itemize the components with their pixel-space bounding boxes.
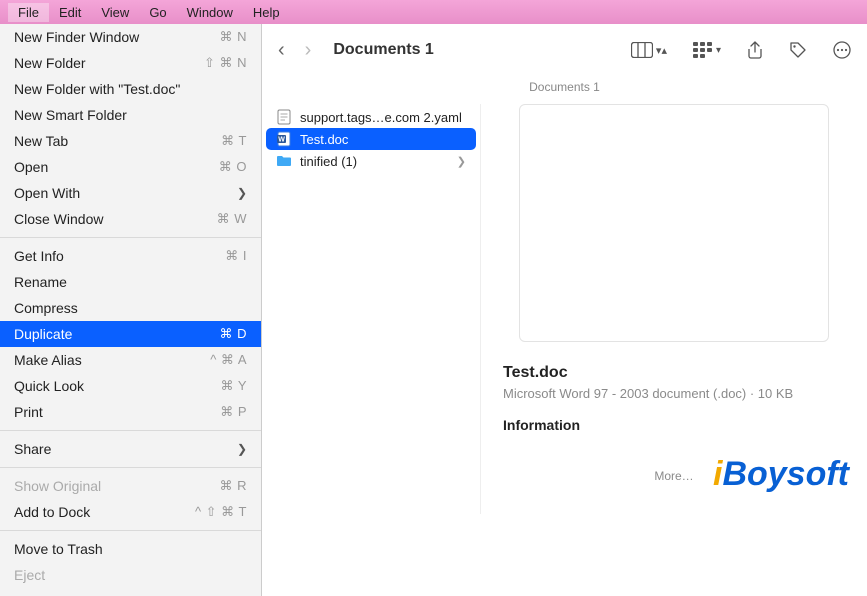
menubar-item-edit[interactable]: Edit — [49, 3, 91, 22]
menu-separator — [0, 237, 261, 238]
menu-item-print[interactable]: Print⌘ P — [0, 399, 261, 425]
forward-button[interactable]: › — [305, 39, 312, 62]
file-item[interactable]: W Test.doc — [266, 128, 476, 150]
shortcut-label: ⌘ R — [220, 478, 248, 494]
menubar: File Edit View Go Window Help — [0, 0, 867, 24]
chevron-right-icon: ❯ — [457, 155, 466, 168]
file-name-label: support.tags…e.com 2.yaml — [300, 110, 462, 125]
menu-item-make-alias[interactable]: Make Alias^ ⌘ A — [0, 347, 261, 373]
shortcut-label: ^ ⌘ A — [210, 352, 247, 368]
menu-separator — [0, 430, 261, 431]
finder-window: ‹ › Documents 1 ▾▴ ▾ Documents 1 — [262, 24, 867, 514]
menubar-item-window[interactable]: Window — [177, 3, 243, 22]
preview-section-heading: Information — [503, 417, 845, 433]
folder-icon — [276, 153, 292, 169]
file-list: support.tags…e.com 2.yaml W Test.doc tinifi… — [262, 104, 480, 514]
menu-item-eject: Eject — [0, 562, 261, 588]
menu-separator — [0, 467, 261, 468]
menu-item-new-finder-window[interactable]: New Finder Window⌘ N — [0, 24, 261, 50]
preview-thumbnail — [519, 104, 829, 342]
file-item[interactable]: tinified (1) ❯ — [266, 150, 476, 172]
menu-item-duplicate[interactable]: Duplicate⌘ D — [0, 321, 261, 347]
shortcut-label: ⇧ ⌘ N — [204, 55, 247, 71]
menu-item-show-original: Show Original⌘ R — [0, 473, 261, 499]
more-button[interactable] — [833, 41, 851, 59]
shortcut-label: ⌘ W — [217, 211, 247, 227]
menu-item-new-tab[interactable]: New Tab⌘ T — [0, 128, 261, 154]
shortcut-label: ⌘ Y — [220, 378, 247, 394]
shortcut-label: ⌘ T — [221, 133, 247, 149]
shortcut-label: ⌘ N — [220, 29, 248, 45]
chevron-right-icon: ❯ — [237, 442, 247, 456]
shortcut-label: ⌘ D — [220, 326, 248, 342]
preview-pane: Test.doc Microsoft Word 97 - 2003 docume… — [480, 104, 867, 514]
shortcut-label: ⌘ I — [225, 248, 247, 264]
shortcut-label: ^ ⇧ ⌘ T — [195, 504, 247, 520]
menu-separator — [0, 530, 261, 531]
menubar-item-go[interactable]: Go — [139, 3, 176, 22]
view-mode-button[interactable]: ▾▴ — [631, 42, 667, 58]
svg-text:W: W — [278, 137, 285, 144]
path-bar: Documents 1 — [262, 76, 867, 104]
menu-item-new-smart-folder[interactable]: New Smart Folder — [0, 102, 261, 128]
file-name-label: tinified (1) — [300, 154, 357, 169]
shortcut-label: ⌘ O — [219, 159, 247, 175]
menu-item-open[interactable]: Open⌘ O — [0, 154, 261, 180]
preview-filename: Test.doc — [503, 364, 845, 382]
share-button[interactable] — [747, 41, 763, 59]
watermark-logo: iBoysoft — [713, 455, 849, 494]
toolbar: ‹ › Documents 1 ▾▴ ▾ — [262, 24, 867, 76]
menu-item-open-with[interactable]: Open With❯ — [0, 180, 261, 206]
tags-button[interactable] — [789, 41, 807, 59]
menu-item-add-to-dock[interactable]: Add to Dock^ ⇧ ⌘ T — [0, 499, 261, 525]
menu-item-compress[interactable]: Compress — [0, 295, 261, 321]
menu-item-new-folder[interactable]: New Folder⇧ ⌘ N — [0, 50, 261, 76]
menu-item-rename[interactable]: Rename — [0, 269, 261, 295]
back-button[interactable]: ‹ — [278, 39, 285, 62]
menu-item-quick-look[interactable]: Quick Look⌘ Y — [0, 373, 261, 399]
menu-item-close-window[interactable]: Close Window⌘ W — [0, 206, 261, 232]
preview-subtitle: Microsoft Word 97 - 2003 document (.doc)… — [503, 386, 845, 401]
menu-item-share[interactable]: Share❯ — [0, 436, 261, 462]
menu-item-new-folder-with-test-doc-[interactable]: New Folder with "Test.doc" — [0, 76, 261, 102]
menu-item-get-info[interactable]: Get Info⌘ I — [0, 243, 261, 269]
file-item[interactable]: support.tags…e.com 2.yaml — [266, 106, 476, 128]
shortcut-label: ⌘ P — [220, 404, 247, 420]
group-button[interactable]: ▾ — [693, 42, 721, 58]
menubar-item-view[interactable]: View — [91, 3, 139, 22]
menubar-item-file[interactable]: File — [8, 3, 49, 22]
chevron-right-icon: ❯ — [237, 186, 247, 200]
doc-icon — [276, 109, 292, 125]
file-name-label: Test.doc — [300, 132, 348, 147]
word-icon: W — [276, 131, 292, 147]
menubar-item-help[interactable]: Help — [243, 3, 290, 22]
menu-item-move-to-trash[interactable]: Move to Trash — [0, 536, 261, 562]
file-menu-dropdown: New Finder Window⌘ NNew Folder⇧ ⌘ NNew F… — [0, 24, 262, 596]
window-title: Documents 1 — [333, 41, 617, 59]
